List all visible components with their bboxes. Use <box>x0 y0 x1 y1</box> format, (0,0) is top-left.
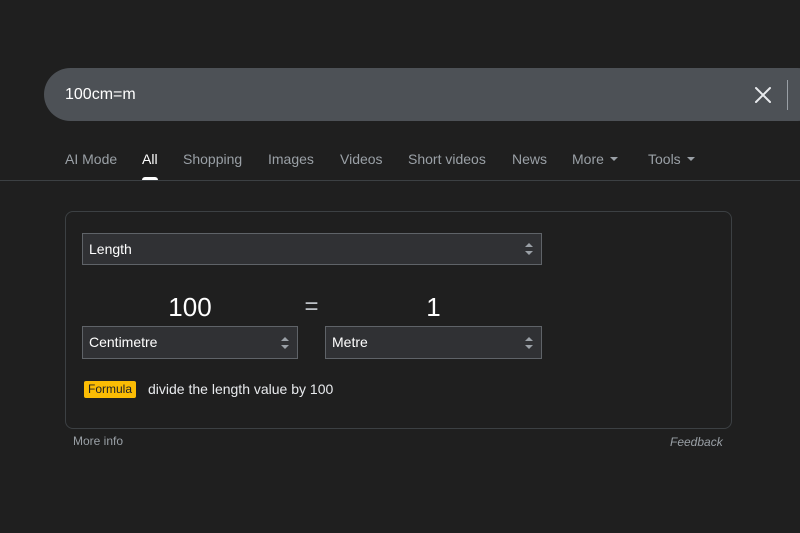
from-unit-value: Centimetre <box>89 334 158 350</box>
search-input[interactable] <box>65 68 665 121</box>
more-info-link[interactable]: More info <box>73 434 123 448</box>
search-tabs: AI Mode All Shopping Images Videos Short… <box>0 143 800 181</box>
tab-tools[interactable]: Tools <box>648 143 695 180</box>
formula-row: Formula divide the length value by 100 <box>84 379 333 399</box>
to-value-input[interactable] <box>325 290 542 324</box>
search-bar <box>44 68 800 121</box>
caret-down-icon <box>686 157 695 162</box>
quantity-select[interactable]: Length <box>82 233 542 265</box>
from-value-input[interactable] <box>82 290 298 324</box>
quantity-select-value: Length <box>89 241 132 257</box>
formula-text: divide the length value by 100 <box>148 381 334 397</box>
tab-more[interactable]: More <box>572 143 618 180</box>
clear-search-button[interactable] <box>749 82 777 108</box>
to-unit-select[interactable]: Metre <box>325 326 542 359</box>
tab-label: Shopping <box>183 151 243 167</box>
tab-videos[interactable]: Videos <box>340 143 383 180</box>
search-bar-divider <box>787 80 788 110</box>
from-unit-select[interactable]: Centimetre <box>82 326 298 359</box>
updown-arrows-icon <box>281 336 289 349</box>
formula-badge: Formula <box>84 380 137 398</box>
close-icon <box>755 87 771 103</box>
tab-label: Videos <box>340 151 383 167</box>
tab-label: AI Mode <box>65 151 118 167</box>
caret-down-icon <box>609 157 618 162</box>
updown-arrows-icon <box>525 336 533 349</box>
feedback-link[interactable]: Feedback <box>670 435 723 449</box>
unit-converter-card: Length = Centimetre Metre Formula divide… <box>65 211 732 429</box>
tab-news[interactable]: News <box>512 143 547 180</box>
search-results-page: AI Mode All Shopping Images Videos Short… <box>0 0 800 533</box>
to-unit-value: Metre <box>332 334 368 350</box>
tab-label: Tools <box>648 151 681 167</box>
tab-label: All <box>142 151 158 167</box>
tab-all[interactable]: All <box>142 143 158 180</box>
tab-label: Images <box>268 151 314 167</box>
tab-label: Short videos <box>408 151 486 167</box>
equals-sign: = <box>304 293 319 320</box>
tab-ai-mode[interactable]: AI Mode <box>65 143 117 180</box>
tab-label: News <box>512 151 548 167</box>
updown-arrows-icon <box>525 243 533 255</box>
tab-images[interactable]: Images <box>268 143 314 180</box>
tab-label: More <box>572 151 604 167</box>
tab-short-videos[interactable]: Short videos <box>408 143 486 180</box>
tab-shopping[interactable]: Shopping <box>183 143 242 180</box>
